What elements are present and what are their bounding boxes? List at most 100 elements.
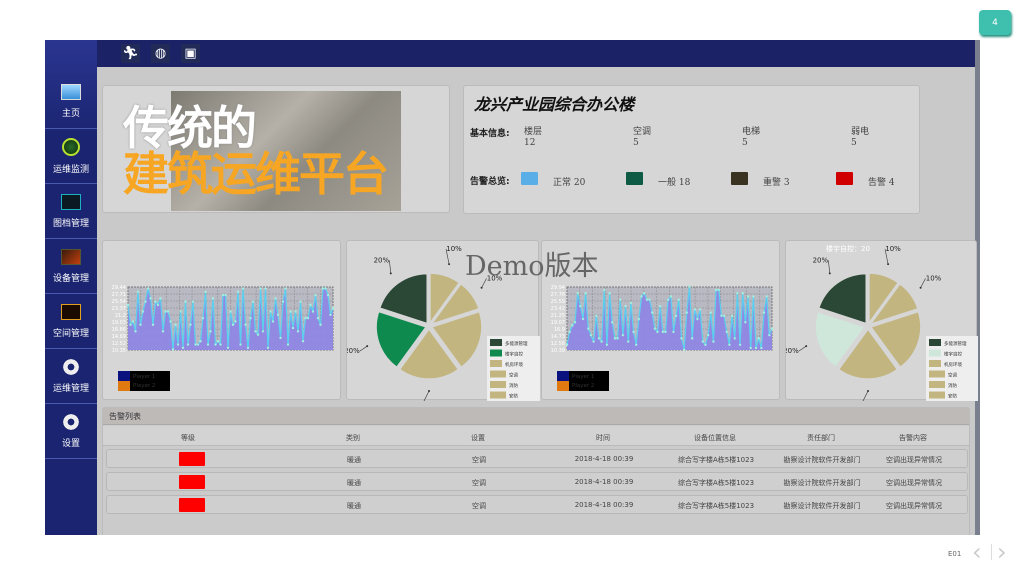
data-point	[643, 292, 646, 295]
alarm-table-title: 告警列表	[109, 412, 141, 421]
globe-icon[interactable]: ◍	[151, 44, 170, 63]
data-point	[573, 321, 577, 324]
data-point	[219, 343, 222, 346]
data-point	[698, 308, 702, 311]
pie-percent-label: 20%	[347, 347, 360, 355]
data-point	[720, 314, 723, 318]
data-point	[331, 307, 335, 310]
sidebar-item-6[interactable]: 设置	[45, 405, 97, 459]
data-point	[174, 323, 177, 326]
data-point	[149, 297, 152, 300]
monitor-icon	[61, 84, 81, 100]
box-icon[interactable]: ▣	[181, 44, 200, 63]
line-chart-panel-1: 29.44 27.71 25.54 23.37 21.2 19.03 16.86 14.69 1…	[102, 240, 341, 400]
data-point	[680, 337, 683, 340]
data-point	[169, 320, 172, 323]
data-point	[650, 311, 654, 314]
data-point	[316, 316, 320, 320]
y-tick-label: 29.94	[551, 285, 565, 291]
pie-label-dot	[448, 263, 451, 266]
sidebar-item-0[interactable]: 主页	[45, 75, 97, 129]
y-tick-label: 25.59	[551, 299, 565, 305]
cell-device: 空调	[472, 479, 486, 487]
sidebar-item-5[interactable]: 运维管理	[45, 350, 97, 404]
data-point	[259, 287, 262, 290]
sidebar-item-label: 运维管理	[52, 384, 89, 394]
pie-chart-panel-2: 楼宇自控：2010%10%20%20%20%20%多能源管理楼宇自控机房环境空调…	[783, 240, 979, 411]
sidebar-item-2[interactable]: 图档管理	[45, 185, 97, 239]
column-header[interactable]: 类别	[346, 433, 360, 443]
alarm-status-monitor-icon	[521, 172, 538, 185]
radar-icon	[62, 138, 80, 156]
prev-slide-button[interactable]: ‹	[972, 540, 982, 564]
data-point	[311, 310, 315, 313]
data-point	[269, 310, 272, 313]
data-point	[221, 293, 225, 297]
alarm-status-label: 告警 4	[868, 178, 895, 188]
legend-label: Player 1	[133, 374, 155, 380]
data-point	[611, 321, 614, 324]
data-point	[672, 330, 675, 334]
sidebar-item-label: 运维监测	[52, 165, 89, 175]
table-row[interactable]: 暖通 空调 2018-4-18 00:39 综合写字楼A栋5楼1023 勘察设计院软件开…	[106, 495, 968, 514]
pie-label-leader	[420, 390, 430, 408]
column-header[interactable]: 责任部门	[807, 433, 835, 443]
data-point	[256, 333, 260, 336]
data-point	[645, 298, 649, 301]
data-point	[319, 323, 322, 326]
legend-label: Player 2	[133, 383, 155, 389]
data-point	[229, 310, 232, 313]
column-header[interactable]: 告警内容	[899, 433, 927, 443]
pie-legend-swatch	[929, 339, 941, 346]
data-point	[181, 346, 185, 350]
running-man-icon[interactable]: 🏃︎	[121, 44, 140, 63]
data-point	[141, 310, 145, 313]
data-point	[688, 285, 691, 289]
data-point	[722, 314, 726, 318]
sidebar-item-3[interactable]: 设备管理	[45, 240, 97, 294]
data-point	[301, 340, 305, 343]
data-point	[251, 300, 255, 303]
pie-legend-label: 多能源管理	[944, 340, 967, 347]
data-point	[709, 311, 712, 314]
data-point	[635, 343, 638, 347]
data-point	[600, 340, 603, 343]
column-header[interactable]: 设备位置信息	[694, 433, 736, 443]
data-point	[666, 298, 670, 301]
pie-legend-swatch	[490, 339, 502, 346]
data-point	[276, 313, 280, 317]
basic-info-value: 12	[524, 138, 536, 148]
y-tick-label: 23.37	[112, 306, 126, 312]
alarm-level-indicator	[179, 498, 205, 512]
column-header[interactable]: 设置	[471, 433, 485, 443]
pie-percent-label: 10%	[885, 245, 901, 253]
pie-title: 楼宇自控：20	[826, 244, 870, 253]
pie-legend-swatch	[490, 381, 506, 388]
pie-legend-swatch	[490, 391, 506, 399]
data-point	[211, 297, 215, 300]
data-point	[595, 314, 598, 318]
sidebar-item-1[interactable]: 运维监测	[45, 130, 97, 184]
data-point	[589, 333, 593, 337]
y-tick-label: 27.71	[112, 292, 126, 298]
table-row[interactable]: 暖通 空调 2018-4-18 00:39 综合写字楼A栋5楼1023 勘察设计院软件开…	[106, 472, 968, 491]
data-point	[674, 314, 678, 318]
data-point	[603, 288, 606, 292]
pie-percent-label: 10%	[446, 245, 462, 253]
data-point	[299, 300, 302, 303]
pie-legend-label: 楼宇自控	[944, 351, 962, 358]
cell-device: 空调	[472, 456, 486, 464]
data-point	[760, 346, 763, 350]
basic-info-name: 电梯	[742, 127, 761, 137]
y-tick-label: 23.42	[551, 306, 565, 312]
y-tick-label: 14.73	[551, 334, 565, 340]
y-tick-label: 14.69	[112, 334, 126, 340]
cell-location: 综合写字楼A栋5楼1023	[677, 502, 755, 510]
table-row[interactable]: 暖通 空调 2018-4-18 00:39 综合写字楼A栋5楼1023 勘察设计院软件开…	[106, 449, 968, 468]
column-header[interactable]: 等级	[181, 433, 195, 443]
cell-time: 2018-4-18 00:39	[574, 501, 634, 509]
sidebar-item-4[interactable]: 空间管理	[45, 295, 97, 349]
column-header[interactable]: 时间	[596, 433, 610, 443]
next-slide-button[interactable]: ›	[997, 540, 1007, 564]
data-point	[294, 310, 297, 313]
